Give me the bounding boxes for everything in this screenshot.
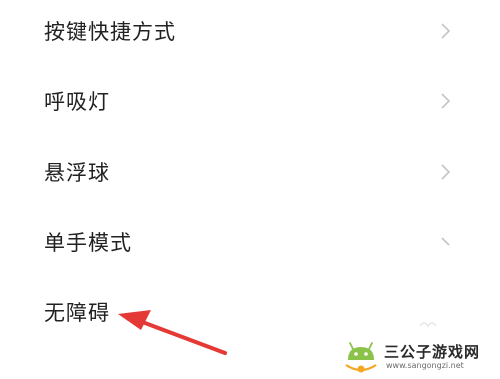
red-arrow-annotation: [118, 310, 227, 355]
watermark-url: www.sangongzi.net: [386, 361, 464, 370]
menu-item-one-hand-mode[interactable]: 单手模式: [0, 212, 500, 272]
menu-item-accessibility[interactable]: 无障碍: [0, 282, 500, 342]
menu-item-breathing-light[interactable]: 呼吸灯: [0, 71, 500, 131]
menu-item-floating-ball[interactable]: 悬浮球: [0, 142, 500, 202]
menu-item-label: 无障碍: [44, 301, 110, 325]
menu-item-label: 呼吸灯: [44, 90, 110, 114]
chevron-right-icon: [441, 23, 451, 39]
menu-item-label: 单手模式: [44, 231, 132, 255]
site-watermark: 三公子游戏网 www.sangongzi.net: [342, 337, 492, 377]
chevron-right-icon: [441, 164, 451, 180]
chevron-right-icon: [441, 93, 451, 109]
menu-item-label: 按键快捷方式: [44, 20, 176, 44]
android-robot-icon: [345, 342, 377, 373]
menu-item-label: 悬浮球: [44, 161, 110, 185]
faint-mark: [419, 322, 437, 328]
watermark-title: 三公子游戏网: [384, 343, 481, 361]
menu-item-key-shortcuts[interactable]: 按键快捷方式: [0, 1, 500, 61]
chevron-right-icon: [441, 234, 451, 250]
settings-screen: 按键快捷方式 呼吸灯 悬浮球 单手模式 无障碍 三公子游戏网 www.sango…: [0, 0, 500, 379]
